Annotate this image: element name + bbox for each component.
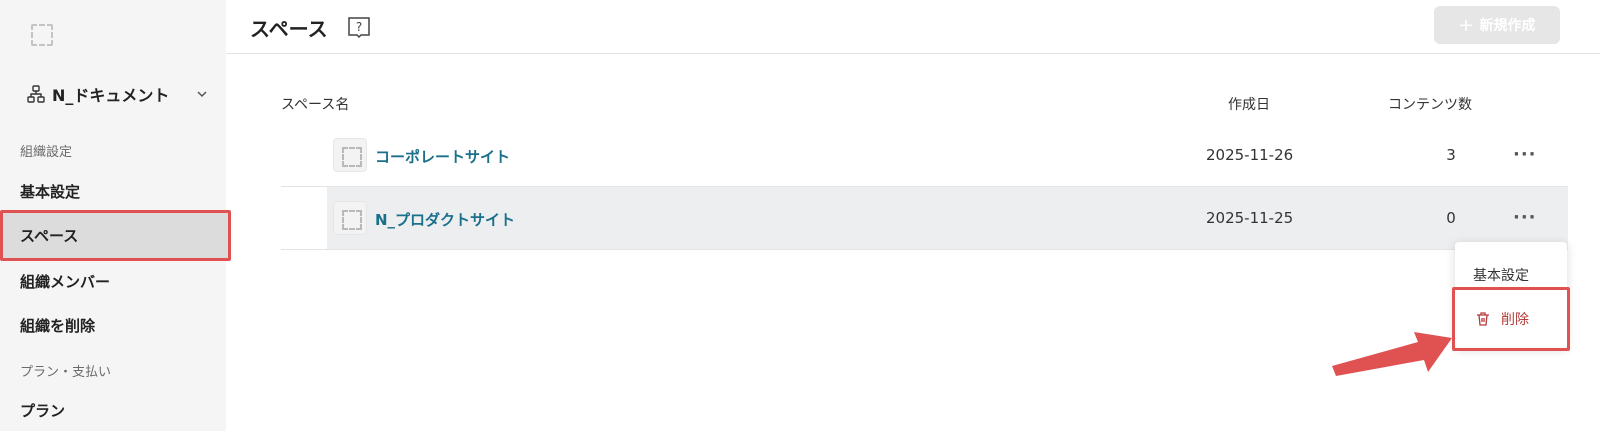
space-thumbnail-icon xyxy=(333,138,367,172)
section-label-plan-billing: プラン・支払い xyxy=(20,365,112,380)
org-switcher[interactable]: N_ドキュメント xyxy=(26,80,212,108)
sidebar-item-plan[interactable]: プラン xyxy=(0,388,231,431)
created-date: 2025-11-25 xyxy=(1206,209,1294,227)
sidebar-item-spaces[interactable]: スペース xyxy=(0,210,231,261)
svg-text:?: ? xyxy=(356,20,362,34)
org-tree-icon xyxy=(27,85,45,103)
table-row[interactable]: N_プロダクトサイト 2025-11-25 0 ··· xyxy=(281,187,1568,250)
plus-icon: + xyxy=(1458,14,1474,36)
created-date: 2025-11-26 xyxy=(1206,146,1294,164)
column-header-contents: コンテンツ数 xyxy=(1388,97,1472,113)
table-row[interactable]: コーポレートサイト 2025-11-26 3 ··· xyxy=(281,124,1568,187)
menu-item-delete[interactable]: 削除 xyxy=(1452,287,1570,351)
sidebar-item-label: スペース xyxy=(20,227,79,245)
row-actions-menu: 基本設定 削除 xyxy=(1452,242,1570,351)
org-name: N_ドキュメント xyxy=(52,86,170,105)
sidebar-item-label: プラン xyxy=(20,401,66,420)
sidebar-item-org-members[interactable]: 組織メンバー xyxy=(0,259,231,303)
logo-placeholder-icon[interactable] xyxy=(31,24,53,46)
more-icon[interactable]: ··· xyxy=(1513,144,1537,165)
page-title: スペース xyxy=(250,17,328,41)
trash-icon xyxy=(1477,312,1489,326)
sidebar-item-label: 組織を削除 xyxy=(20,316,96,335)
help-book-icon[interactable]: ? xyxy=(346,14,372,40)
sidebar-item-label: 基本設定 xyxy=(20,182,81,201)
app-root: N_ドキュメント 組織設定 基本設定 スペース 組織メンバー 組織を削除 プラン… xyxy=(0,0,1600,431)
sidebar-item-label: 組織メンバー xyxy=(20,272,111,291)
space-name-link[interactable]: コーポレートサイト xyxy=(375,146,510,167)
content-count: 3 xyxy=(1446,146,1456,164)
space-name-link[interactable]: N_プロダクトサイト xyxy=(375,209,515,230)
content-count: 0 xyxy=(1446,209,1456,227)
column-header-name: スペース名 xyxy=(281,97,350,113)
more-icon[interactable]: ··· xyxy=(1513,207,1537,228)
new-space-button[interactable]: + 新規作成 xyxy=(1434,6,1560,44)
sidebar-item-basic-settings[interactable]: 基本設定 xyxy=(0,169,231,213)
space-thumbnail-icon xyxy=(333,201,367,235)
menu-item-basic-settings[interactable]: 基本設定 xyxy=(1473,265,1529,285)
arrow-annotation-icon xyxy=(1332,332,1452,376)
sidebar-item-delete-org[interactable]: 組織を削除 xyxy=(0,303,231,347)
section-label-org-settings: 組織設定 xyxy=(20,145,73,160)
column-header-created: 作成日 xyxy=(1228,97,1270,113)
new-space-button-label: 新規作成 xyxy=(1479,18,1536,34)
delete-label: 削除 xyxy=(1501,312,1529,328)
page-header: スペース ? + 新規作成 xyxy=(226,0,1600,54)
chevron-down-icon xyxy=(197,91,207,98)
sidebar: N_ドキュメント 組織設定 基本設定 スペース 組織メンバー 組織を削除 プラン… xyxy=(0,0,231,431)
